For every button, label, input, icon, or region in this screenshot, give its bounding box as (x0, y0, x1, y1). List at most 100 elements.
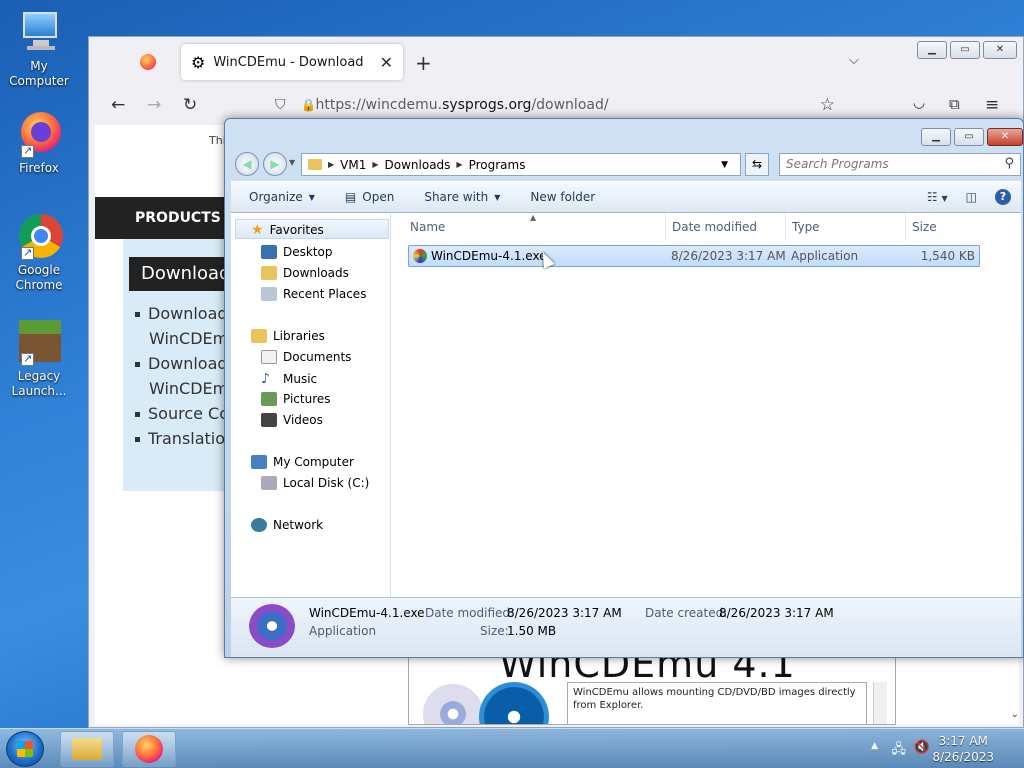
tree-documents[interactable]: Documents (261, 350, 351, 364)
view-options-icon[interactable]: ☷ ▼ (927, 190, 948, 204)
new-folder-button[interactable]: New folder (530, 190, 595, 204)
taskbar-firefox[interactable] (122, 731, 176, 767)
downloads-folder-icon (261, 266, 277, 280)
clock-time: 3:17 AM (938, 734, 988, 748)
desktop-icon-my-computer[interactable]: My Computer (4, 8, 74, 89)
network-status-icon[interactable]: 🖧 (892, 740, 907, 762)
tab-wincdemu-download[interactable]: ⚙ WinCDEmu - Download ✕ (181, 44, 403, 80)
show-hidden-icons-icon[interactable]: ▲ (871, 741, 878, 751)
star-icon[interactable]: ☆ (820, 95, 835, 115)
breadcrumb[interactable]: ▶ VM1 ▶ Downloads ▶ Programs ▼ (301, 153, 741, 176)
clock[interactable]: 3:17 AM 8/26/2023 (932, 733, 994, 765)
products-menu[interactable]: PRODUCTS (95, 197, 235, 239)
start-button[interactable] (6, 731, 44, 767)
column-type[interactable]: Type (786, 213, 906, 241)
close-icon[interactable]: ✕ (380, 53, 393, 72)
documents-icon (261, 350, 277, 364)
refresh-button[interactable]: ⇆ (745, 153, 769, 176)
breadcrumb-downloads[interactable]: Downloads (385, 158, 451, 172)
search-input[interactable]: Search Programs ⚲ (779, 153, 1021, 176)
folder-icon (72, 738, 102, 760)
gear-icon: ⚙ (191, 52, 206, 72)
tree-videos[interactable]: Videos (261, 413, 323, 427)
pictures-icon (261, 392, 277, 406)
details-date-created: 8/26/2023 3:17 AM (719, 606, 834, 620)
desktop-icon-label: Google Chrome (15, 263, 63, 292)
details-date-created-label: Date created: (645, 606, 728, 620)
lock-icon[interactable]: 🔒 (301, 98, 316, 112)
window-controls: ▁ ▭ ✕ (921, 128, 1023, 146)
volume-muted-icon[interactable]: 🔇 (914, 740, 930, 755)
taskbar: ▲ 🖧 🔇 3:17 AM 8/26/2023 (0, 728, 1024, 768)
shortcut-arrow-icon (21, 245, 34, 260)
chevron-down-icon[interactable]: ⌵ (849, 53, 859, 68)
forward-button[interactable]: ▶ (263, 152, 287, 176)
tree-network[interactable]: Network (251, 518, 323, 532)
desktop-icon-legacy-launcher[interactable]: Legacy Launch... (4, 318, 74, 399)
desktop-icon-label: Firefox (19, 161, 59, 175)
new-tab-button[interactable]: + (415, 51, 432, 75)
shortcut-arrow-icon (21, 351, 34, 366)
list-item[interactable]: Download (135, 301, 231, 326)
menu-icon[interactable]: ≡ (985, 95, 999, 115)
title-bar[interactable]: ▁ ▭ ✕ (225, 119, 1023, 147)
list-item[interactable]: Translation (135, 426, 231, 451)
shield-icon[interactable]: ⛉ (275, 97, 286, 113)
desktop-icon-label: My Computer (9, 59, 69, 88)
scrollbar[interactable] (873, 682, 887, 724)
pocket-icon[interactable]: ◡ (913, 95, 925, 111)
recent-pages-chevron-icon[interactable]: ▼ (289, 158, 295, 167)
firefox-icon (15, 110, 63, 158)
close-button[interactable]: ✕ (987, 128, 1023, 146)
page-scrollbar-down[interactable]: ⌄ (1011, 709, 1019, 720)
close-button[interactable]: ✕ (983, 41, 1017, 59)
tree-favorites[interactable]: ★ Favorites (251, 222, 324, 238)
taskbar-explorer[interactable] (60, 731, 114, 767)
forward-arrow-icon[interactable]: → (147, 95, 161, 115)
maximize-button[interactable]: ▭ (950, 41, 980, 59)
list-item[interactable]: Source Co (135, 401, 231, 426)
details-date-modified-label: Date modified: (425, 606, 515, 620)
tree-desktop[interactable]: Desktop (261, 245, 333, 259)
tree-local-disk[interactable]: Local Disk (C:) (261, 476, 369, 490)
column-name[interactable]: Name (404, 213, 666, 241)
back-arrow-icon[interactable]: ← (111, 95, 125, 115)
maximize-button[interactable]: ▭ (954, 128, 984, 146)
disc-icon (423, 684, 483, 724)
table-row[interactable]: WinCDEmu-4.1.exe 8/26/2023 3:17 AM Appli… (408, 245, 980, 267)
network-icon (251, 518, 267, 532)
tree-music[interactable]: ♪ Music (261, 371, 317, 387)
extensions-icon[interactable]: ⧉ (949, 95, 960, 113)
desktop-icon-chrome[interactable]: Google Chrome (4, 212, 74, 293)
desktop-icon-firefox[interactable]: Firefox (4, 110, 74, 176)
share-with-button[interactable]: Share with ▼ (424, 190, 500, 204)
chevron-down-icon[interactable]: ▼ (721, 160, 728, 170)
minimize-button[interactable]: ▁ (921, 128, 951, 146)
column-size[interactable]: Size (906, 213, 986, 241)
list-item[interactable]: Download (135, 351, 231, 376)
tree-recent-places[interactable]: Recent Places (261, 287, 366, 301)
tab-strip: ⚙ WinCDEmu - Download ✕ + ⌵ ▁ ▭ ✕ (89, 37, 1023, 87)
tree-my-computer[interactable]: My Computer (251, 455, 354, 469)
breadcrumb-vm1[interactable]: VM1 (340, 158, 366, 172)
chrome-icon (15, 212, 63, 260)
breadcrumb-programs[interactable]: Programs (469, 158, 526, 172)
tree-libraries[interactable]: Libraries (251, 329, 325, 343)
firefox-tab-icon[interactable] (137, 51, 159, 73)
details-size-label: Size: (480, 624, 509, 638)
preview-pane-icon[interactable]: ◫ (966, 190, 977, 204)
list-item[interactable]: WinCDEmu (135, 326, 231, 351)
back-button[interactable]: ◀ (235, 152, 259, 176)
open-button[interactable]: ▤ Open (345, 190, 394, 204)
help-icon[interactable]: ? (995, 189, 1011, 205)
tree-downloads[interactable]: Downloads (261, 266, 349, 280)
disc-icon (479, 682, 549, 724)
tree-pictures[interactable]: Pictures (261, 392, 331, 406)
reload-icon[interactable]: ↻ (183, 95, 197, 115)
column-date-modified[interactable]: Date modified (666, 213, 786, 241)
list-item[interactable]: WinCDEmu (135, 376, 231, 401)
minimize-button[interactable]: ▁ (917, 41, 947, 59)
url-bar[interactable]: ⛉ 🔒 https://wincdemu.sysprogs.org/downlo… (265, 90, 845, 120)
desktop-icon (261, 245, 277, 259)
organize-button[interactable]: Organize ▼ (249, 190, 315, 204)
